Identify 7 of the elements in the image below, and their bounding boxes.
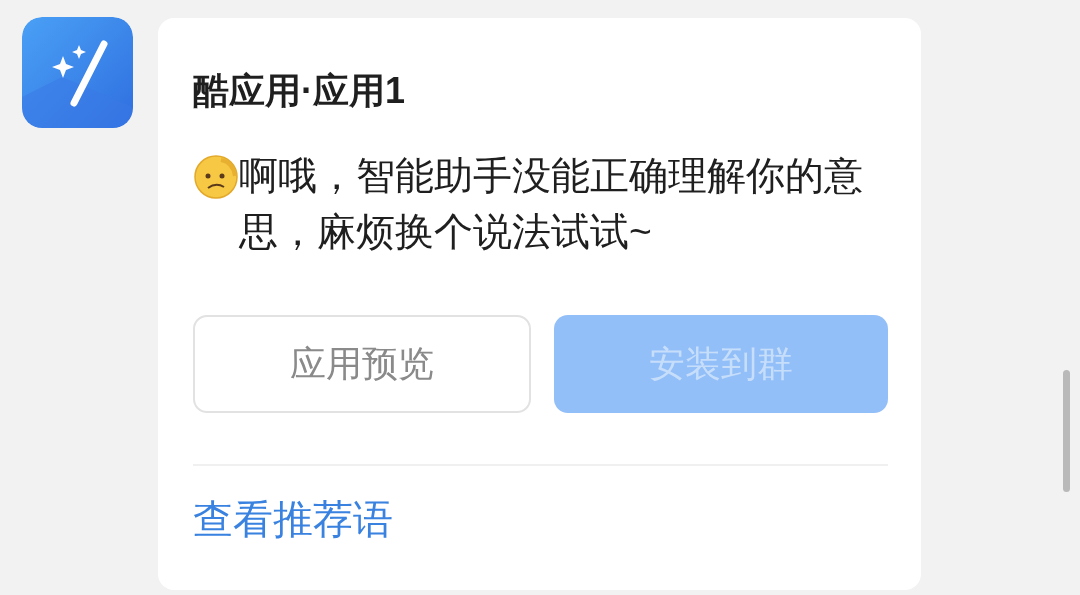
recommendation-link[interactable]: 查看推荐语 [193,494,393,544]
scrollbar-thumb[interactable] [1063,370,1070,492]
worried-face-icon [193,154,239,200]
preview-button[interactable]: 应用预览 [193,315,531,413]
card-title: 酷应用·应用1 [193,69,406,113]
message-text: 啊哦，智能助手没能正确理解你的意思，麻烦换个说法试试~ [239,153,864,255]
app-icon [22,17,133,128]
